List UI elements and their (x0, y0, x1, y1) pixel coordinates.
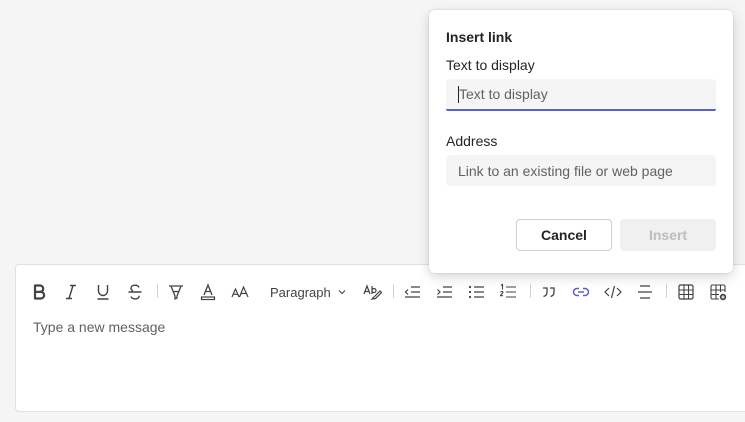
horizontal-rule-icon (638, 285, 652, 299)
text-to-display-label: Text to display (446, 57, 535, 73)
strikethrough-button[interactable] (122, 279, 148, 305)
increase-indent-button[interactable] (431, 279, 457, 305)
paragraph-style-label: Paragraph (270, 284, 331, 300)
bulleted-list-icon (468, 285, 484, 299)
numbered-list-button[interactable] (495, 279, 521, 305)
table-icon (678, 284, 694, 300)
bulleted-list-button[interactable] (463, 279, 489, 305)
increase-indent-icon (437, 286, 452, 298)
text-to-display-input[interactable]: Text to display (446, 79, 716, 111)
message-input[interactable]: Type a new message (33, 319, 165, 335)
dialog-title: Insert link (446, 29, 513, 45)
toolbar-divider (393, 284, 394, 298)
message-composer: Paragraph Type a new message (15, 264, 745, 412)
font-size-button[interactable] (227, 279, 253, 305)
code-icon (604, 285, 622, 299)
format-toolbar: Paragraph (16, 265, 745, 319)
strikethrough-icon (128, 284, 142, 300)
font-color-button[interactable] (195, 279, 221, 305)
bold-icon (33, 284, 46, 300)
address-input[interactable]: Link to an existing file or web page (446, 155, 716, 186)
spellcheck-icon (363, 284, 382, 300)
italic-button[interactable] (58, 279, 84, 305)
highlight-button[interactable] (163, 279, 189, 305)
insert-table-icon (710, 284, 727, 301)
underline-button[interactable] (90, 279, 116, 305)
font-color-icon (200, 283, 216, 301)
horizontal-rule-button[interactable] (632, 279, 658, 305)
toolbar-divider (530, 284, 531, 298)
font-size-icon (231, 285, 249, 298)
italic-icon (66, 284, 76, 300)
text-to-display-placeholder: Text to display (459, 86, 548, 102)
table-button[interactable] (673, 279, 699, 305)
highlight-icon (169, 285, 183, 300)
underline-icon (97, 285, 109, 300)
code-button[interactable] (600, 279, 626, 305)
cancel-button[interactable]: Cancel (516, 219, 612, 251)
chevron-down-icon (338, 290, 346, 295)
quote-button[interactable] (536, 279, 562, 305)
quote-icon (543, 287, 555, 298)
address-placeholder: Link to an existing file or web page (458, 162, 673, 179)
paragraph-style-dropdown[interactable]: Paragraph (270, 279, 350, 305)
toolbar-divider (666, 284, 667, 298)
toolbar-divider (157, 284, 158, 298)
decrease-indent-icon (404, 286, 420, 298)
insert-table-button[interactable] (705, 279, 731, 305)
link-icon (572, 287, 590, 297)
insert-link-dialog: Insert link Text to display Text to disp… (429, 10, 733, 273)
numbered-list-icon (499, 283, 516, 298)
address-label: Address (446, 133, 498, 149)
bold-button[interactable] (26, 279, 52, 305)
insert-button[interactable]: Insert (620, 219, 716, 251)
spellcheck-button[interactable] (359, 279, 385, 305)
link-button[interactable] (568, 279, 594, 305)
decrease-indent-button[interactable] (399, 279, 425, 305)
